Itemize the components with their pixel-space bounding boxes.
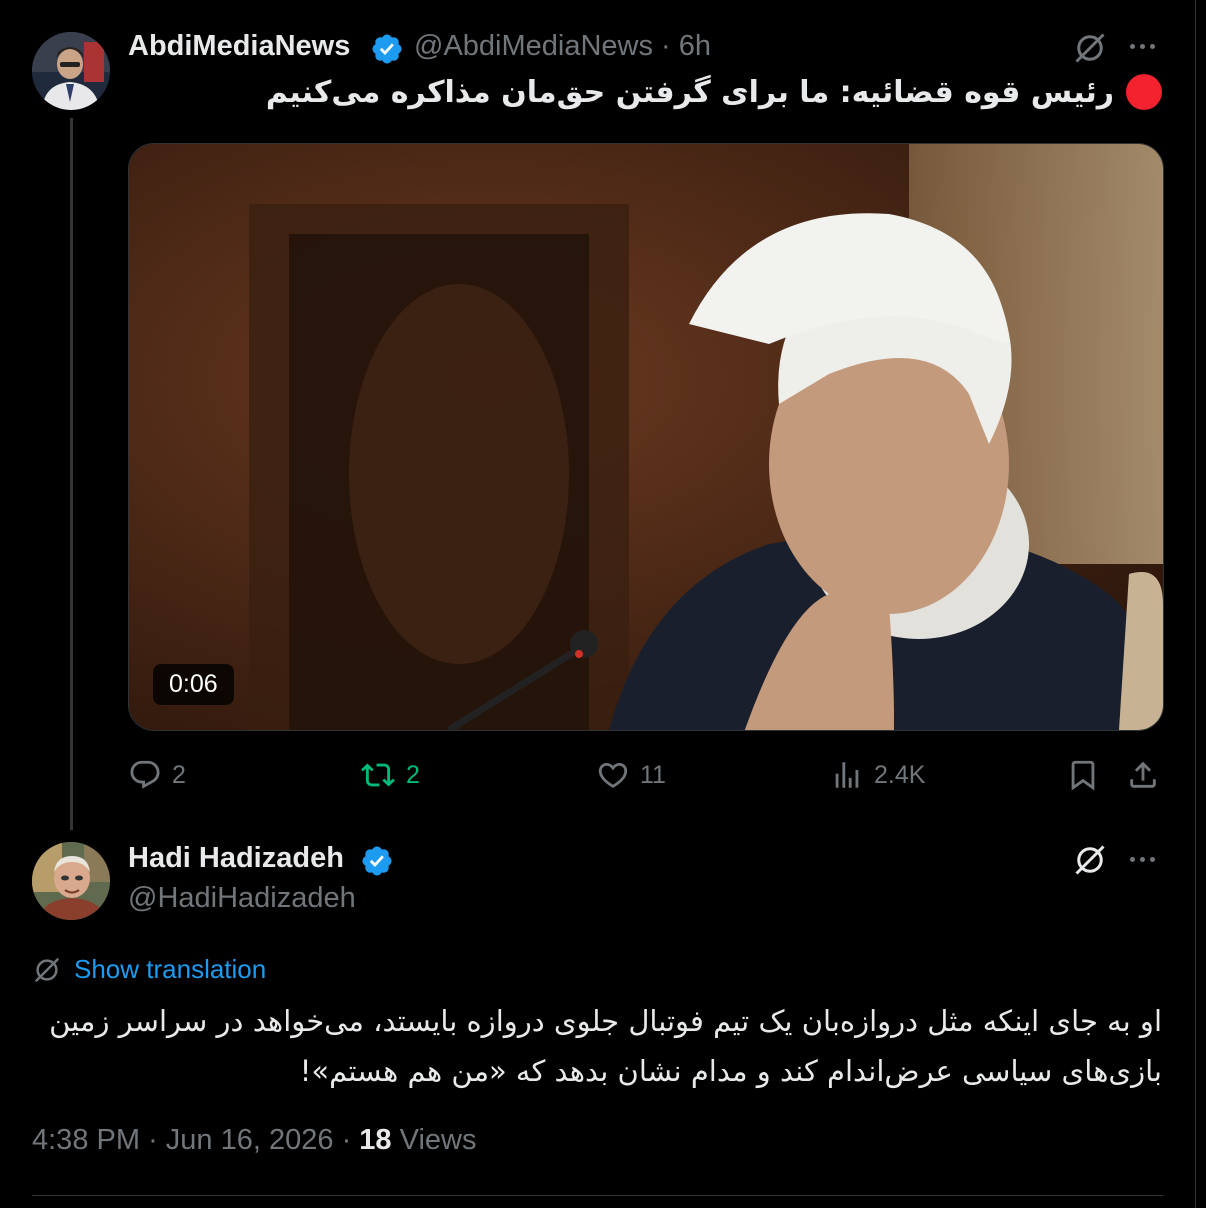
repost-icon [361,763,395,787]
tweet-text: رئیس قوه قضائیه: ما برای گرفتن حق‌مان مذ… [266,74,1162,110]
timeline-border [1195,0,1196,1208]
video-thumbnail [129,144,1163,730]
like-button[interactable]: 11 [596,758,666,792]
tweet-text: او به جای اینکه مثل دروازه‌بان یک تیم فو… [49,1004,1162,1088]
repost-button[interactable]: 2 [360,758,420,792]
views-count: 2.4K [874,760,926,789]
views-count: 18 [359,1124,392,1156]
post-date[interactable]: Jun 16, 2026 [166,1124,334,1156]
views-icon [835,762,859,788]
post-time[interactable]: 4:38 PM [32,1124,140,1156]
avatar-hadihadizadeh[interactable] [32,842,110,920]
grok-icon[interactable] [1072,842,1108,878]
repost-count: 2 [406,760,420,789]
like-icon [598,762,628,788]
divider [32,1195,1163,1196]
verified-badge-icon [372,34,402,64]
more-options-icon[interactable] [1130,44,1155,49]
dot-separator: · [661,30,671,62]
like-count: 11 [640,760,666,789]
grok-icon[interactable] [1072,30,1108,66]
avatar-abdimedianews[interactable] [32,32,110,110]
video-duration: 0:06 [153,664,234,705]
translate-icon [34,957,60,982]
video-player[interactable]: 0:06 [128,143,1164,731]
views-label: Views [399,1124,477,1156]
more-options-icon[interactable] [1130,857,1155,862]
reply-button[interactable]: 2 [128,758,186,792]
author-name[interactable]: AbdiMediaNews [128,30,350,63]
dot-separator: · [341,1124,352,1156]
show-translation-link[interactable]: Show translation [32,954,266,985]
share-icon[interactable] [1126,758,1160,792]
bookmark-icon[interactable] [1066,758,1100,792]
post-time[interactable]: 6h [679,30,711,62]
verified-badge-icon [362,846,392,876]
author-name[interactable]: Hadi Hadizadeh [128,842,344,875]
post-meta: 4:38 PM · Jun 16, 2026 · 18 Views [32,1124,476,1157]
thread-connector-line [70,118,73,830]
author-handle[interactable]: @AbdiMediaNews [414,30,653,62]
author-handle[interactable]: @HadiHadizadeh [128,882,356,915]
views-button[interactable]: 2.4K [830,758,925,792]
dot-separator: · [148,1124,158,1156]
tweet-text-content: رئیس قوه قضائیه: ما برای گرفتن حق‌مان مذ… [265,74,1114,110]
show-translation-label[interactable]: Show translation [74,954,266,985]
red-circle-emoji [1126,74,1162,110]
reply-icon [130,760,160,789]
reply-count: 2 [172,760,186,789]
